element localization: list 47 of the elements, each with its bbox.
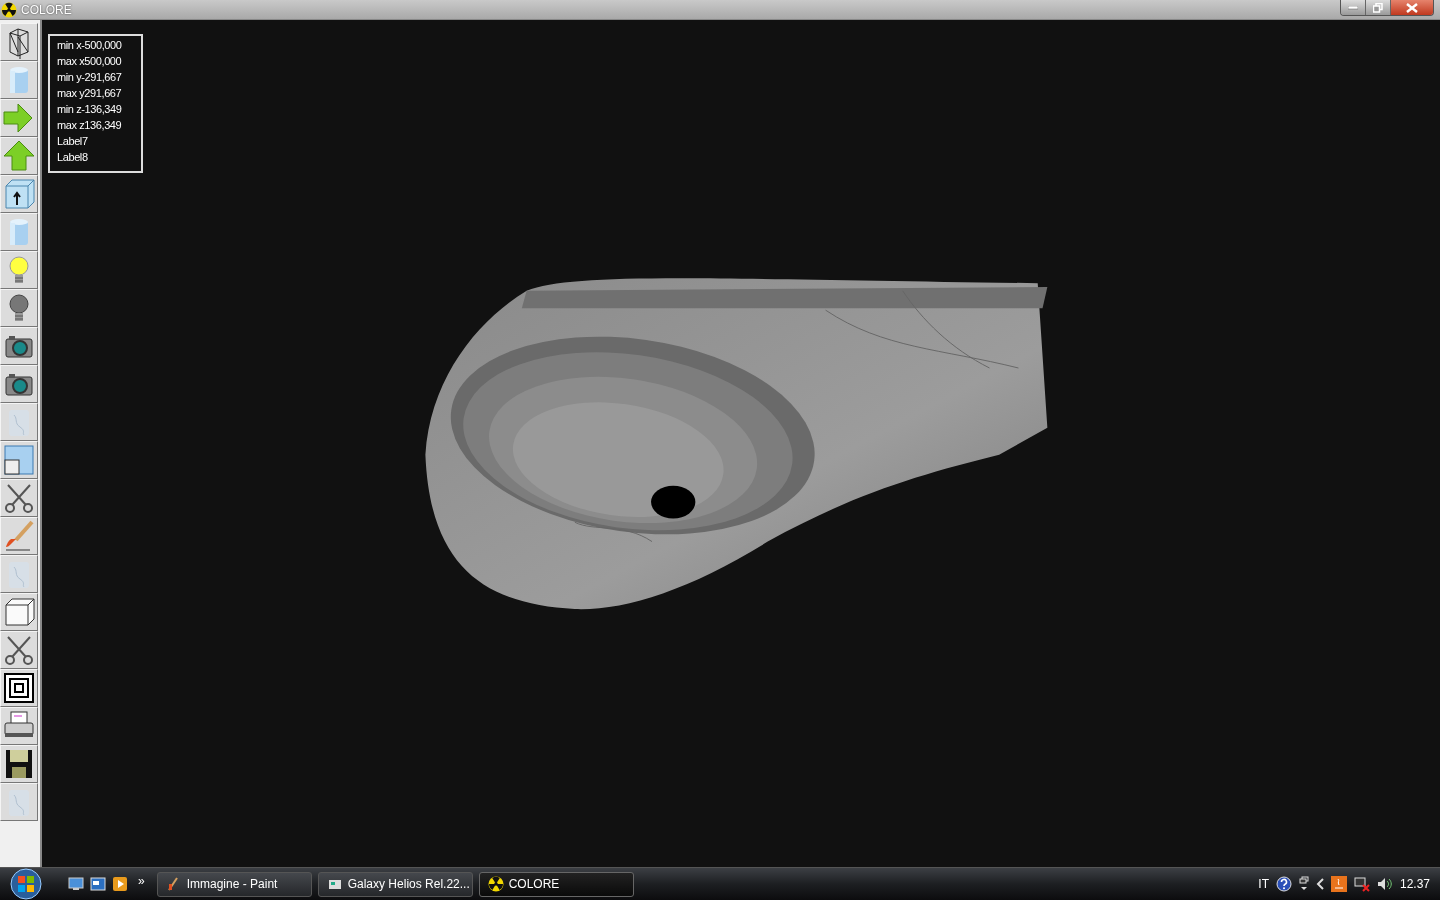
toolbar-button[interactable] (0, 707, 38, 745)
help-icon[interactable] (1275, 876, 1292, 892)
window-icon (2, 443, 36, 477)
info-text: max y291,667 (57, 86, 123, 101)
taskbar-button[interactable]: Immagine - Paint (156, 871, 312, 897)
window-title: COLORE (21, 2, 73, 17)
info-text: max x500,000 (57, 54, 123, 69)
restore-button[interactable] (1365, 0, 1390, 15)
info-text: min z-136,349 (57, 102, 123, 117)
close-button[interactable] (1390, 0, 1433, 15)
toolbar-button[interactable] (0, 631, 38, 669)
app-icon (487, 876, 504, 892)
taskbar-button[interactable]: Galaxy Helios Rel.22... (317, 871, 473, 897)
toolbar-button[interactable] (0, 289, 38, 327)
toolbar-button[interactable] (0, 23, 38, 61)
app-logo-icon (1, 1, 17, 18)
speaker-icon[interactable] (1376, 876, 1393, 892)
info-text: min y-291,667 (57, 70, 123, 85)
info-text: Label7 (57, 134, 89, 149)
close-icon (1406, 2, 1418, 13)
clock: 12.37 (1399, 877, 1430, 891)
media-player-icon[interactable] (112, 876, 128, 892)
toolbar-button[interactable] (0, 745, 38, 783)
overflow-chevron[interactable]: » (138, 874, 145, 888)
toolbar-button[interactable] (0, 365, 38, 403)
box-arrow-icon (2, 177, 36, 211)
toolbar-button[interactable] (0, 479, 38, 517)
info-text: Label8 (57, 150, 89, 165)
up-arrow-icon (2, 139, 36, 173)
restore-icon (1373, 2, 1383, 13)
windows-icon[interactable] (90, 877, 106, 891)
taskbar-button[interactable]: COLORE (478, 871, 634, 897)
concentric-squares-icon (2, 671, 36, 705)
cube-icon (2, 595, 36, 629)
minimize-icon (1348, 5, 1358, 10)
toolbar-button[interactable] (0, 669, 38, 707)
minimize-button[interactable] (1341, 0, 1365, 15)
toolbar-button[interactable] (0, 175, 38, 213)
info-text: max z136,349 (57, 118, 123, 133)
language-indicator[interactable]: IT (1258, 877, 1269, 891)
java-icon[interactable] (1330, 876, 1347, 892)
toolbar-button[interactable] (0, 327, 38, 365)
chevron-left-icon[interactable] (1315, 878, 1324, 890)
network-disconnected-icon[interactable] (1353, 876, 1370, 892)
info-text: min x-500,000 (57, 38, 123, 53)
desktop-icon[interactable] (68, 877, 84, 891)
window-switch-icon[interactable] (1298, 876, 1309, 892)
